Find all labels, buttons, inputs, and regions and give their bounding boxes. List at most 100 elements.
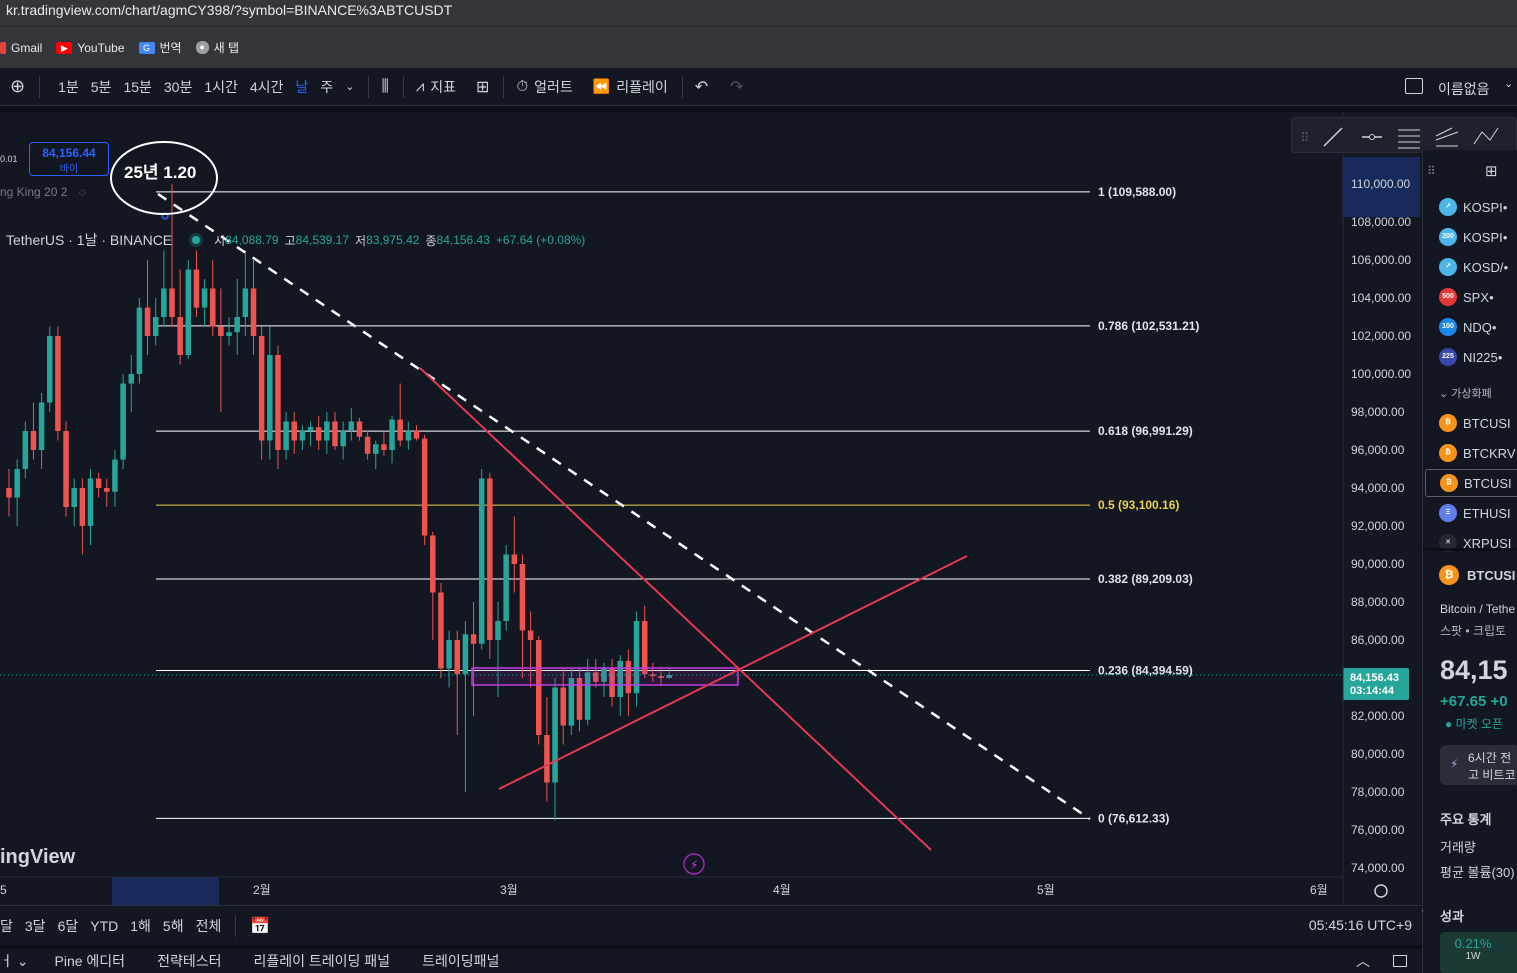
address-bar[interactable]: kr.tradingview.com/chart/agmCY398/?symbo… xyxy=(0,0,1517,26)
replay-icon[interactable]: ⏪ xyxy=(593,78,610,95)
layouts-icon[interactable]: ⊞ xyxy=(476,77,489,97)
interval-day[interactable]: 날 xyxy=(295,77,308,97)
chevron-up-icon[interactable]: ︿ xyxy=(1356,951,1370,971)
interval-5m[interactable]: 5분 xyxy=(91,77,112,97)
close-value: 84,156.43 xyxy=(436,233,490,247)
watchlist-section-header[interactable]: ⌄ 가상화폐 xyxy=(1439,385,1492,401)
tab-menu-icon[interactable]: ㅓ ⌄ xyxy=(0,951,29,971)
watchlist-item[interactable]: ₿ BTCKRV xyxy=(1439,444,1516,462)
range-6m[interactable]: 6달 xyxy=(58,916,79,936)
range-1m[interactable]: 달 xyxy=(0,916,13,936)
clock-time[interactable]: 05:45:16 UTC+9 xyxy=(1309,917,1412,933)
divider xyxy=(1423,548,1517,551)
fib-retracement[interactable]: 1 (109,588.00) 0.786 (102,531.21) 0.618 (9… xyxy=(156,185,1199,826)
pitchfork-icon[interactable] xyxy=(1435,127,1459,147)
fib-level-label: 0 (76,612.33) xyxy=(1098,811,1169,825)
resistance-line[interactable] xyxy=(419,367,932,851)
price-tick-label: 82,000.00 xyxy=(1351,709,1405,723)
buy-button[interactable]: 84,156.44 바이 xyxy=(29,142,109,176)
bookmark-new-tab[interactable]: ● 새 탭 xyxy=(195,39,239,56)
news-card[interactable]: ⚡ 6시간 전고 비트코 xyxy=(1440,745,1517,785)
watchlist-item[interactable]: 200 KOSPI ● xyxy=(1439,228,1508,246)
tab-pine-editor[interactable]: Pine 에디터 xyxy=(55,951,126,971)
chevron-down-icon[interactable]: ⌄ xyxy=(345,80,354,93)
spread-value: 0.01 xyxy=(0,154,18,164)
price-tick-label: 80,000.00 xyxy=(1351,747,1405,761)
detail-symbol[interactable]: ₿ BTCUSI xyxy=(1439,565,1515,585)
watchlist-item[interactable]: ↗ KOSPI ● xyxy=(1439,198,1508,216)
legend-symbol[interactable]: TetherUS · 1날 · BINANCE xyxy=(6,230,172,250)
maximize-icon[interactable] xyxy=(1393,955,1407,967)
lightning-glyph: ⚡ xyxy=(690,858,698,872)
watchlist-item[interactable]: 100 NDQ ● xyxy=(1439,318,1497,336)
youtube-icon: ▶ xyxy=(56,41,73,54)
candle-body xyxy=(446,640,452,669)
range-3m[interactable]: 3달 xyxy=(25,916,46,936)
interval-4h[interactable]: 4시간 xyxy=(250,77,284,97)
replay-button[interactable]: 리플레이 xyxy=(616,77,668,97)
watchlist-item[interactable]: ↗ KOSD/ ● xyxy=(1439,258,1508,276)
range-all[interactable]: 전체 xyxy=(196,916,222,936)
tab-strategy-tester[interactable]: 전략테스터 xyxy=(157,951,221,971)
interval-1m[interactable]: 1분 xyxy=(58,77,79,97)
candles-icon[interactable]: ⫼ xyxy=(381,78,388,96)
settings-gear-icon[interactable] xyxy=(1374,884,1388,898)
alert-button[interactable]: 얼러트 xyxy=(534,77,573,97)
watermark: ingView xyxy=(0,846,76,868)
range-5y[interactable]: 5해 xyxy=(163,916,184,936)
drawing-tools: ⠿ xyxy=(1300,127,1499,149)
layout-square-icon[interactable] xyxy=(1405,78,1423,94)
performance-card[interactable]: 0.21% 1W xyxy=(1440,932,1517,973)
alert-icon[interactable]: ⏱ xyxy=(516,78,528,95)
trend-line-dashed[interactable] xyxy=(157,192,1091,821)
indicators-button[interactable]: 지표 xyxy=(430,77,456,97)
tab-trading-panel[interactable]: 트레이딩패널 xyxy=(422,951,499,971)
detail-type: 스팟 • 크립토 xyxy=(1440,624,1507,638)
add-symbol-icon[interactable]: ⊕ xyxy=(10,76,25,97)
drag-handle-icon[interactable]: ⠿ xyxy=(1427,164,1436,178)
grid-add-icon[interactable]: ⊞ xyxy=(1485,162,1498,180)
candle-body xyxy=(291,421,297,441)
redo-icon[interactable]: ↷ xyxy=(730,77,743,97)
eye-hidden-icon[interactable]: ◌ xyxy=(79,185,86,199)
interval-30m[interactable]: 30분 xyxy=(164,77,192,97)
range-1y[interactable]: 1해 xyxy=(130,916,151,936)
candle-body xyxy=(161,288,167,317)
goto-date-icon[interactable]: 📅 xyxy=(250,916,270,936)
watchlist-symbol: ETHUSI xyxy=(1463,505,1511,521)
indicator-name[interactable]: ng King 20 2 xyxy=(0,185,67,199)
time-tick-label: 5월 xyxy=(1037,883,1055,897)
interval-15m[interactable]: 15분 xyxy=(123,77,151,97)
candle-body xyxy=(373,444,379,454)
pattern-icon[interactable] xyxy=(1473,127,1499,145)
undo-icon[interactable]: ↶ xyxy=(695,77,708,97)
fib-tool-icon[interactable] xyxy=(1398,129,1420,149)
range-ytd[interactable]: YTD xyxy=(90,918,118,934)
candle-body xyxy=(511,554,518,564)
candles xyxy=(6,184,672,821)
watchlist-item[interactable]: 500 SPX ● xyxy=(1439,288,1494,306)
watchlist-item[interactable]: ₿ BTCUSI xyxy=(1425,469,1517,497)
watchlist-item[interactable]: 225 NI225 ● xyxy=(1439,348,1503,366)
drag-handle-icon[interactable]: ⠿ xyxy=(1300,130,1310,145)
price-axis[interactable]: 110,000.00 108,000.00 106,000.00 104,000.00… xyxy=(1351,177,1411,875)
price-tick-label: 88,000.00 xyxy=(1351,595,1405,609)
candle-body xyxy=(177,317,183,355)
interval-1h[interactable]: 1시간 xyxy=(204,77,238,97)
bookmark-translate[interactable]: G 번역 xyxy=(138,39,182,56)
candle-body xyxy=(454,640,460,675)
indicators-icon[interactable]: ⩘ xyxy=(416,78,424,95)
tab-replay-trading[interactable]: 리플레이 트레이딩 패널 xyxy=(253,951,390,971)
layout-chevron-icon[interactable]: ⌄ xyxy=(1504,77,1513,90)
watchlist-symbol: KOSPI xyxy=(1463,199,1503,215)
chart-pane[interactable]: 1 (109,588.00) 0.786 (102,531.21) 0.618 (9… xyxy=(0,112,1420,905)
trend-line-icon[interactable] xyxy=(1323,127,1343,147)
bookmark-youtube[interactable]: ▶ YouTube xyxy=(56,41,125,55)
flash-icon: ⚡ xyxy=(1450,757,1459,771)
consolidation-box[interactable] xyxy=(471,667,739,686)
watchlist-item[interactable]: ₿ BTCUSI xyxy=(1439,414,1511,432)
watchlist-item[interactable]: Ξ ETHUSI xyxy=(1439,504,1511,522)
layout-name[interactable]: 이름없음 xyxy=(1438,79,1490,99)
interval-week[interactable]: 주 xyxy=(320,77,333,97)
bookmark-gmail[interactable]: Gmail xyxy=(0,41,42,55)
